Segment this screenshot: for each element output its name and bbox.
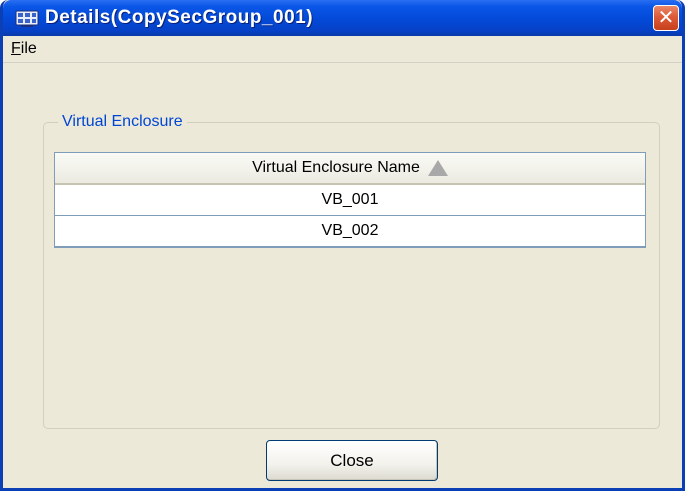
window-close-button[interactable]: ✕ [653, 5, 679, 31]
menu-file-mnemonic: F [11, 40, 21, 57]
group-label: Virtual Enclosure [58, 113, 187, 131]
close-icon: ✕ [657, 7, 675, 29]
details-dialog: Details(CopySecGroup_001) ✕ File Virtual… [0, 0, 685, 491]
menu-file[interactable]: File [11, 40, 37, 58]
menu-file-label: ile [20, 40, 37, 57]
column-header-label: Virtual Enclosure Name [252, 159, 420, 176]
close-button[interactable]: Close [266, 440, 438, 481]
close-button-label: Close [330, 450, 374, 470]
table-cell: VB_001 [321, 191, 379, 208]
column-header-virtual-enclosure-name[interactable]: Virtual Enclosure Name [55, 153, 645, 185]
table-row[interactable]: VB_002 [55, 216, 645, 247]
table-cell: VB_002 [321, 222, 379, 239]
virtual-enclosure-table: Virtual Enclosure Name VB_001 VB_002 [54, 152, 646, 248]
app-window-icon [15, 10, 39, 27]
title-bar[interactable]: Details(CopySecGroup_001) ✕ [3, 0, 682, 36]
sort-ascending-icon [427, 160, 448, 176]
table-row[interactable]: VB_001 [55, 185, 645, 216]
window-title: Details(CopySecGroup_001) [45, 7, 314, 28]
menu-bar: File [3, 36, 682, 63]
